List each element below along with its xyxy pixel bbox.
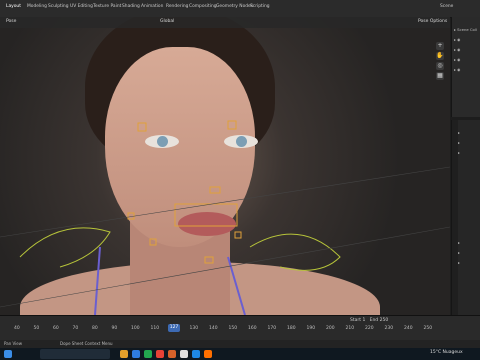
workspace-tab-texture-paint[interactable]: Texture Paint (93, 4, 121, 9)
frame-number: 190 (306, 326, 316, 331)
windows-taskbar: 15°C Nuageux (0, 348, 480, 360)
properties-panel: ▸ ▸ ▸ ▸ ▸ ▸ (451, 120, 480, 315)
frame-number: 200 (326, 326, 335, 331)
frame-number: 220 (365, 326, 374, 331)
taskbar-app-icon[interactable] (132, 350, 140, 358)
bone-control[interactable] (204, 256, 214, 264)
taskbar-app-icon[interactable] (168, 350, 176, 358)
frame-number: 90 (111, 326, 118, 331)
grid-icon[interactable]: ▦ (436, 72, 444, 80)
grid-line (0, 226, 450, 308)
navigation-tools: + ✋ ◎ ▦ (436, 40, 448, 82)
windows-start-icon[interactable] (4, 350, 12, 358)
workspace-tab-animation[interactable]: Animation (141, 4, 163, 9)
property-row[interactable]: ▸ (458, 260, 460, 265)
camera-icon[interactable]: ◎ (436, 62, 444, 70)
bone-control[interactable] (209, 186, 221, 194)
frame-number: 150 (228, 326, 238, 331)
rig-curve[interactable] (19, 227, 111, 268)
taskbar-app-icon[interactable] (120, 350, 128, 358)
status-bar: Pan View Dope Sheet Context Menu (0, 340, 480, 348)
pose-options-button[interactable]: Pose Options (418, 19, 447, 24)
start-label: Start (350, 318, 361, 323)
frame-number: 60 (53, 326, 59, 331)
workspace-tab-layout[interactable]: Layout (6, 4, 21, 9)
property-row[interactable]: ▸ (458, 130, 460, 135)
3d-viewport[interactable] (0, 17, 450, 315)
taskbar-app-icon[interactable] (144, 350, 152, 358)
viewport-header: Pose Global Pose Options (0, 17, 450, 28)
taskbar-app-icon[interactable] (156, 350, 164, 358)
outliner-item[interactable]: ▸ ◉ (454, 57, 460, 62)
strap (227, 256, 246, 315)
frame-number: 170 (267, 326, 277, 331)
mode-selector[interactable]: Pose (6, 19, 16, 24)
frame-number: 40 (14, 326, 20, 331)
rig-controls (127, 120, 242, 264)
wire-lines (0, 166, 450, 308)
workspace-tab-rendering[interactable]: Rendering (166, 4, 188, 9)
bone-control[interactable] (234, 231, 242, 239)
bone-control[interactable] (227, 120, 237, 130)
outliner-item[interactable]: ▸ ◉ (454, 67, 460, 72)
outliner-item[interactable]: ▸ ◉ (454, 47, 460, 52)
status-center: Dope Sheet Context Menu (60, 341, 113, 346)
end-label: End (369, 318, 379, 323)
facial-rig-overlay[interactable] (0, 17, 450, 315)
rig-curves (19, 227, 341, 271)
workspace-tab-modeling[interactable]: Modeling (27, 4, 47, 9)
hand-icon[interactable]: ✋ (436, 52, 444, 60)
frame-number: 80 (92, 326, 98, 331)
frame-number: 140 (209, 326, 218, 331)
frame-number: 240 (404, 326, 413, 331)
property-row[interactable]: ▸ (458, 140, 460, 145)
frame-number: 210 (345, 326, 355, 331)
property-row[interactable]: ▸ (458, 150, 460, 155)
taskbar-search-input[interactable] (40, 349, 110, 359)
bone-control[interactable] (137, 122, 147, 132)
start-frame-field[interactable]: 1 (362, 318, 365, 323)
timeline-controls: Start 1 End 250 (350, 318, 388, 323)
bone-control[interactable] (149, 238, 157, 246)
orientation-selector[interactable]: Global (160, 19, 174, 24)
workspace-tab-sculpting[interactable]: Sculpting (48, 4, 69, 9)
frame-number: 180 (287, 326, 296, 331)
outliner-item[interactable]: ▸ Scene Coll (454, 27, 477, 32)
current-frame-indicator[interactable]: 127 (168, 324, 180, 332)
frame-number: 250 (423, 326, 433, 331)
strap-lines (94, 246, 246, 315)
workspace-tab-shading[interactable]: Shading (122, 4, 140, 9)
mouth-control[interactable] (174, 203, 238, 227)
frame-number: 50 (33, 326, 40, 331)
zoom-icon[interactable]: + (436, 42, 444, 50)
outliner-panel: ▸ Scene Coll ▸ ◉ ▸ ◉ ▸ ◉ ▸ ◉ (451, 17, 480, 117)
outliner-item[interactable]: ▸ ◉ (454, 37, 460, 42)
taskbar-app-icon[interactable] (204, 350, 212, 358)
rig-curve[interactable] (249, 233, 341, 271)
top-menubar: Layout Modeling Sculpting UV Editing Tex… (0, 0, 480, 18)
frame-number: 230 (384, 326, 394, 331)
frame-number: 70 (72, 326, 79, 331)
workspace-tab-compositing[interactable]: Compositing (189, 4, 217, 9)
workspace-tab-uv-editing[interactable]: UV Editing (70, 4, 93, 9)
frame-number: 100 (131, 326, 140, 331)
frame-number: 110 (150, 326, 160, 331)
workspace-tab-geometry-nodes[interactable]: Geometry Nodes (216, 4, 253, 9)
taskbar-app-icon[interactable] (180, 350, 188, 358)
property-row[interactable]: ▸ (458, 250, 460, 255)
system-tray[interactable]: 15°C Nuageux (430, 350, 463, 355)
frame-number: 160 (248, 326, 257, 331)
property-row[interactable]: ▸ (458, 240, 460, 245)
timeline[interactable]: Start 1 End 250 405060708090100110120130… (0, 315, 480, 341)
strap (94, 246, 101, 315)
taskbar-app-icon[interactable] (192, 350, 200, 358)
frame-number: 130 (189, 326, 199, 331)
workspace-tab-scripting[interactable]: Scripting (250, 4, 270, 9)
scene-selector[interactable]: Scene (440, 4, 453, 9)
status-left: Pan View (4, 341, 22, 346)
end-frame-field[interactable]: 250 (380, 318, 389, 323)
